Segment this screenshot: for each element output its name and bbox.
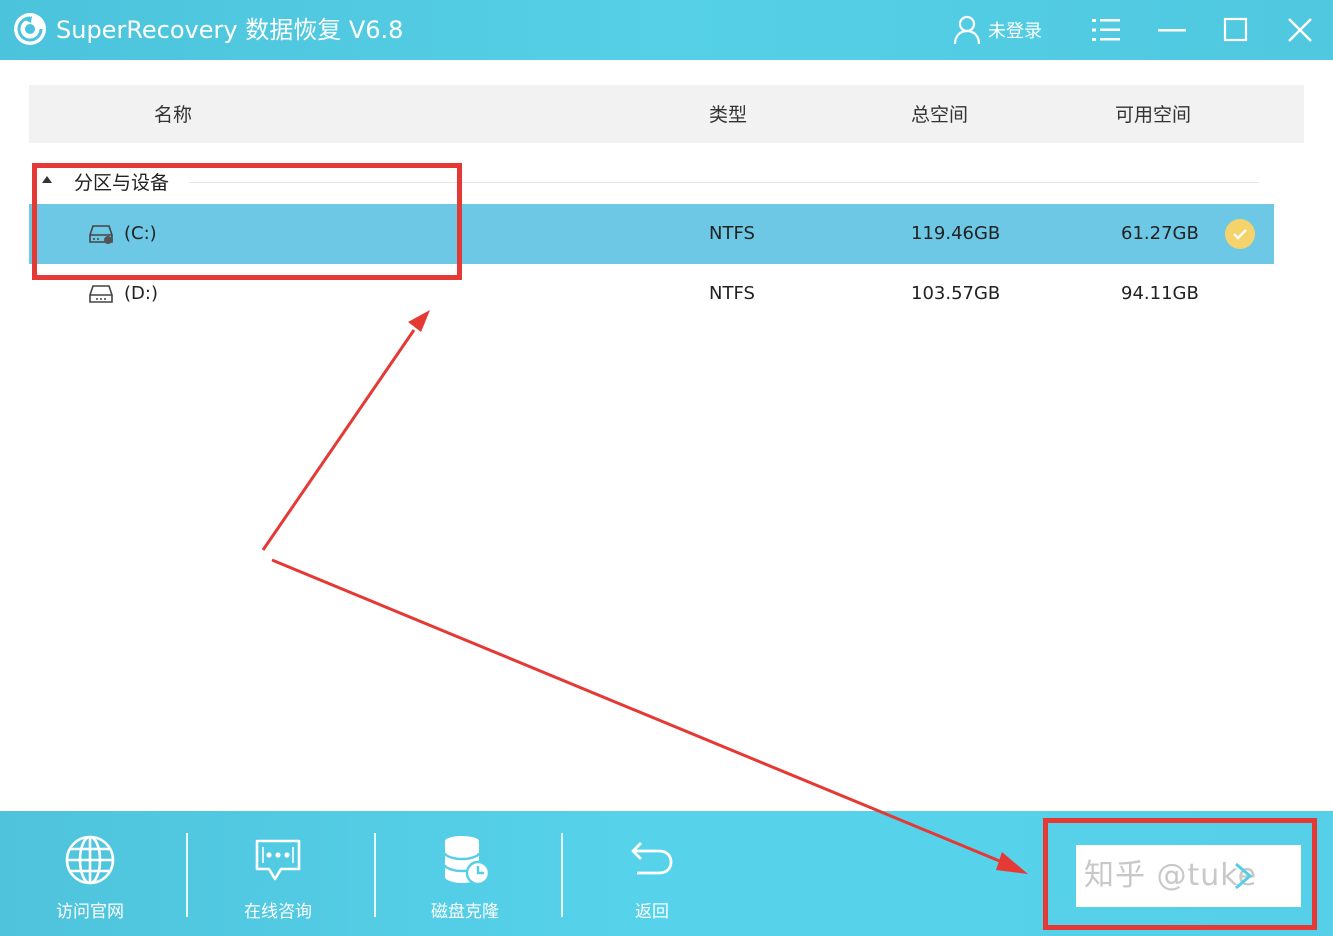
hard-drive-icon — [89, 285, 113, 303]
bottom-toolbar: 访问官网 在线咨询 磁盘克隆 返回 知乎 @tuke — [0, 811, 1333, 936]
drive-total-space: 119.46GB — [911, 223, 1001, 244]
selected-check-icon — [1225, 219, 1255, 249]
divider — [186, 833, 188, 917]
chevron-right-icon — [1235, 862, 1253, 890]
drive-name: (C:) — [124, 223, 157, 244]
disk-clone-button[interactable]: 磁盘克隆 — [395, 829, 535, 929]
close-button[interactable] — [1280, 10, 1320, 50]
maximize-button[interactable] — [1216, 10, 1256, 50]
drive-type: NTFS — [709, 283, 755, 304]
list-menu-icon — [1092, 19, 1120, 41]
drive-name: (D:) — [124, 283, 158, 304]
next-button[interactable]: 知乎 @tuke — [1076, 845, 1301, 907]
online-consult-button[interactable]: 在线咨询 — [208, 829, 348, 929]
login-label: 未登录 — [988, 21, 1042, 42]
disk-clone-label: 磁盘克隆 — [431, 902, 499, 922]
drive-type: NTFS — [709, 223, 755, 244]
column-header-type[interactable]: 类型 — [709, 103, 747, 127]
minimize-button[interactable] — [1152, 10, 1192, 50]
divider — [374, 833, 376, 917]
title-bar: SuperRecovery 数据恢复 V6.8 未登录 — [0, 0, 1333, 60]
login-button[interactable]: 未登录 — [952, 12, 1042, 48]
close-icon — [1288, 18, 1312, 42]
app-title: SuperRecovery 数据恢复 V6.8 — [56, 16, 404, 44]
visit-website-label: 访问官网 — [56, 902, 124, 922]
group-partitions-devices: 分区与设备 — [29, 163, 1259, 199]
column-header-total-space[interactable]: 总空间 — [911, 103, 968, 127]
return-button[interactable]: 返回 — [582, 829, 722, 929]
return-icon — [631, 842, 673, 875]
table-header: 名称 类型 总空间 可用空间 — [29, 85, 1304, 143]
globe-icon — [65, 835, 115, 885]
menu-button[interactable] — [1086, 10, 1126, 50]
maximize-icon — [1223, 17, 1248, 42]
return-label: 返回 — [635, 902, 669, 922]
online-consult-label: 在线咨询 — [244, 902, 312, 922]
collapse-triangle-icon[interactable] — [42, 176, 52, 183]
minimize-icon — [1158, 29, 1186, 32]
hard-drive-system-icon — [89, 225, 113, 244]
user-icon — [953, 15, 981, 45]
app-logo-icon — [14, 13, 46, 45]
group-label: 分区与设备 — [74, 172, 170, 194]
drive-row-c[interactable]: (C:) NTFS 119.46GB 61.27GB — [29, 204, 1274, 264]
drive-free-space: 61.27GB — [1121, 223, 1199, 244]
drive-total-space: 103.57GB — [911, 283, 1001, 304]
drive-free-space: 94.11GB — [1121, 283, 1199, 304]
divider — [189, 182, 1259, 183]
column-header-name[interactable]: 名称 — [154, 103, 192, 127]
visit-website-button[interactable]: 访问官网 — [20, 829, 160, 929]
drive-row-d[interactable]: (D:) NTFS 103.57GB 94.11GB — [29, 264, 1274, 324]
database-clone-icon — [443, 836, 491, 886]
column-header-free-space[interactable]: 可用空间 — [1115, 103, 1191, 127]
divider — [561, 833, 563, 917]
arrow-to-drive-c — [261, 329, 416, 551]
chat-icon — [255, 839, 301, 881]
